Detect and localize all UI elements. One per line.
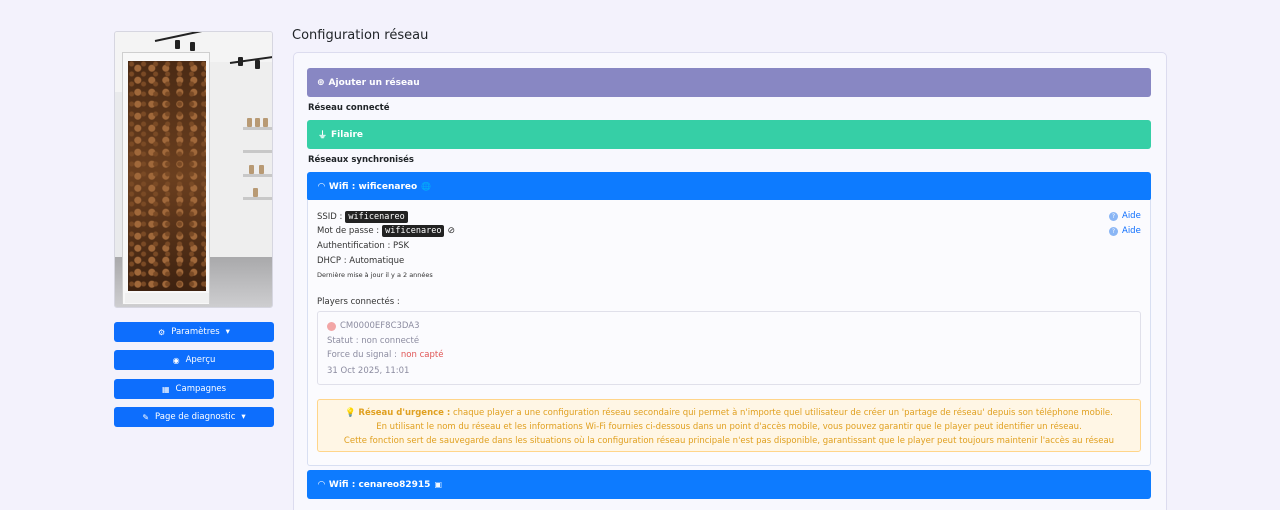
alert-line-1: 💡 Réseau d'urgence : chaque player a une… [318, 406, 1140, 420]
help-label: Aide [1122, 211, 1141, 221]
player-card [317, 311, 1141, 385]
player-id-row: CM0000EF8C3DA3 [327, 321, 420, 331]
ssid-help-link[interactable]: ? Aide [1109, 211, 1141, 221]
caret-down-icon: ▾ [225, 327, 230, 337]
diagnostic-label: Page de diagnostic [155, 412, 236, 422]
wifi1-title: Wifi : wificenareo [328, 181, 418, 192]
page-title: Configuration réseau [292, 28, 429, 43]
apercu-button[interactable]: ◉ Aperçu [114, 350, 274, 370]
wrench-icon: ✎ [142, 412, 150, 422]
wifi-cenareo82915-bar[interactable]: ◠ Wifi : cenareo82915 ▣ [307, 470, 1151, 499]
campaigns-icon: ▦ [161, 384, 170, 394]
signal-label: Force du signal : [327, 350, 397, 360]
player-signal-row: Force du signal : non capté [327, 350, 443, 360]
wired-network-bar[interactable]: ⏚ Filaire [307, 120, 1151, 149]
add-network-button[interactable]: ⊕ Ajouter un réseau [307, 68, 1151, 97]
eye-icon: ◉ [172, 355, 180, 365]
wifi-icon: ◠ [318, 479, 325, 490]
help-label: Aide [1122, 226, 1141, 236]
ssid-value: wificenareo [345, 211, 408, 223]
apercu-label: Aperçu [185, 355, 216, 365]
wifi-icon: ◠ [318, 181, 325, 192]
wifi-wificenareo-bar[interactable]: ◠ Wifi : wificenareo 🌐 [307, 172, 1151, 201]
plus-circle-icon: ⊕ [317, 77, 325, 88]
alert-strong: Réseau d'urgence : [358, 408, 451, 418]
last-updated: Dernière mise à jour il y a 2 années [317, 271, 433, 279]
caret-down-icon: ▾ [241, 412, 246, 422]
password-value: wificenareo [382, 225, 445, 237]
ethernet-icon: ⏚ [318, 131, 328, 141]
ssid-label: SSID : [317, 212, 343, 222]
gears-icon: ⚙ [158, 327, 166, 337]
players-heading: Players connectés : [317, 297, 400, 307]
password-label: Mot de passe : [317, 226, 380, 236]
wired-label: Filaire [331, 129, 364, 140]
wifi2-title: Wifi : cenareo82915 [328, 479, 431, 490]
player-date: 31 Oct 2025, 11:01 [327, 366, 410, 376]
eye-slash-icon[interactable]: ⊘ [447, 226, 455, 236]
globe-icon: 🌐 [421, 182, 432, 191]
auth-row: Authentification : PSK [317, 241, 410, 251]
ssid-row: SSID : wificenareo [317, 211, 408, 223]
add-network-label: Ajouter un réseau [328, 77, 420, 88]
lightbulb-icon: 💡 [345, 408, 356, 418]
status-dot-icon [327, 321, 336, 331]
campagnes-button[interactable]: ▦ Campagnes [114, 379, 274, 399]
player-preview-image [114, 31, 273, 308]
password-row: Mot de passe : wificenareo ⊘ [317, 225, 455, 237]
diagnostic-button[interactable]: ✎ Page de diagnostic ▾ [114, 407, 274, 427]
emergency-network-alert: 💡 Réseau d'urgence : chaque player a une… [317, 399, 1141, 452]
kiosk-display [122, 52, 210, 305]
password-help-link[interactable]: ? Aide [1109, 226, 1141, 236]
player-status: Statut : non connecté [327, 336, 420, 346]
player-id: CM0000EF8C3DA3 [340, 321, 420, 331]
parametres-button[interactable]: ⚙ Paramètres ▾ [114, 322, 274, 342]
alert-line-3: Cette fonction sert de sauvegarde dans l… [343, 436, 1115, 446]
question-icon: ? [1109, 226, 1118, 236]
synced-networks-heading: Réseaux synchronisés [308, 155, 414, 165]
alert-text-1: chaque player a une configuration réseau… [452, 408, 1113, 418]
alert-line-2: En utilisant le nom du réseau et les inf… [376, 422, 1082, 432]
campagnes-label: Campagnes [175, 384, 227, 394]
parametres-label: Paramètres [171, 327, 220, 337]
connected-network-heading: Réseau connecté [308, 103, 390, 113]
dhcp-row: DHCP : Automatique [317, 256, 405, 266]
question-icon: ? [1109, 211, 1118, 221]
signal-value: non capté [400, 350, 444, 360]
mobile-icon: ▣ [434, 480, 442, 489]
